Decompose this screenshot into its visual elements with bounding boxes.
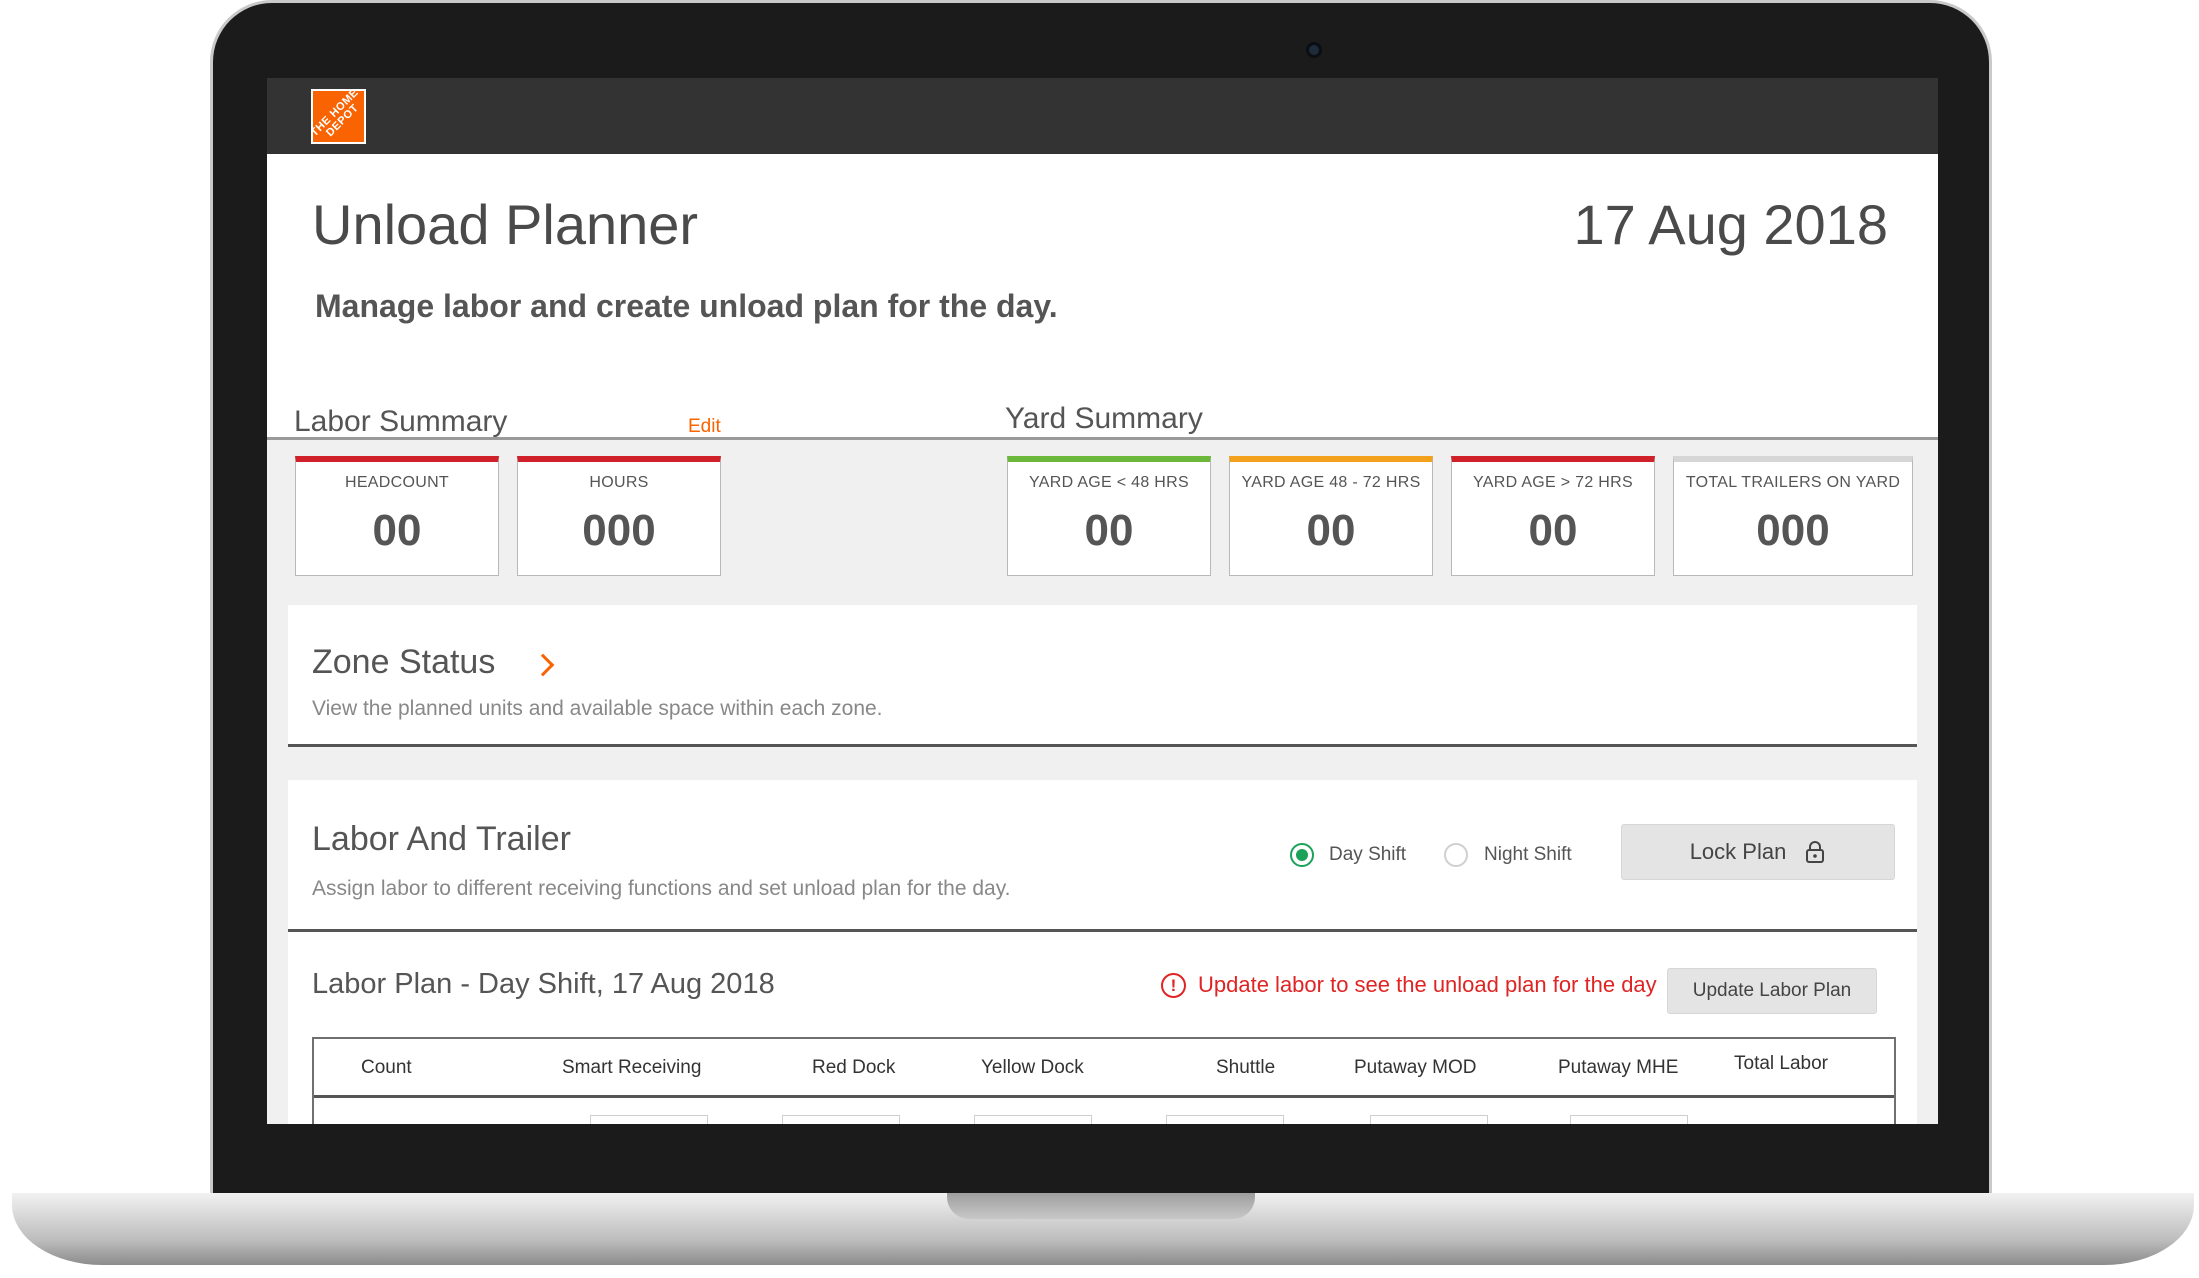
update-labor-plan-button[interactable]: Update Labor Plan [1667,968,1877,1014]
yard-age-under-48-value: 00 [1084,506,1134,555]
yard-age-over-72-card: YARD AGE > 72 HRS 00 [1451,456,1655,576]
column-header-yellow-dock: Yellow Dock [981,1057,1084,1078]
page-date: 17 Aug 2018 [1573,193,1888,256]
app-screen: THE HOME DEPOT Unload Planner 17 Aug 201… [267,78,1938,1124]
top-bar: THE HOME DEPOT [267,78,1938,154]
yard-age-over-72-label: YARD AGE > 72 HRS [1473,474,1633,491]
lock-icon [1806,841,1825,863]
shuttle-input[interactable] [1166,1115,1284,1124]
page-subtitle: Manage labor and create unload plan for … [315,288,1058,324]
lock-plan-button[interactable]: Lock Plan [1621,824,1895,880]
labor-summary-edit-link[interactable]: Edit [688,416,721,438]
labor-summary-title: Labor Summary [294,405,508,438]
page-header: Unload Planner 17 Aug 2018 Manage labor … [267,154,1938,440]
lock-plan-label: Lock Plan [1689,839,1787,864]
headcount-label: HEADCOUNT [344,474,450,491]
zone-status-title[interactable]: Zone Status [312,643,495,682]
logo-text: THE HOME DEPOT [311,89,361,139]
day-shift-radio[interactable] [1290,843,1314,867]
total-trailers-card: TOTAL TRAILERS ON YARD 000 [1673,456,1913,576]
yellow-dock-input[interactable] [974,1115,1092,1124]
column-header-shuttle: Shuttle [1216,1057,1276,1078]
laptop-notch [947,1193,1255,1219]
column-header-count: Count [361,1057,412,1078]
chevron-right-icon[interactable] [531,653,555,677]
page-title: Unload Planner [312,193,699,256]
column-header-putaway-mhe: Putaway MHE [1558,1057,1679,1078]
yard-age-48-72-value: 00 [1306,506,1356,555]
day-shift-label[interactable]: Day Shift [1329,844,1406,866]
labor-plan-title: Labor Plan - Day Shift, 17 Aug 2018 [312,968,775,1000]
hours-value: 000 [582,506,656,555]
column-header-total-labor: Total Labor [1734,1053,1829,1074]
smart-receiving-input[interactable] [590,1115,708,1124]
zone-status-panel: Zone Status View the planned units and a… [288,605,1917,747]
labor-trailer-description: Assign labor to different receiving func… [312,877,1011,900]
hours-label: HOURS [589,474,649,491]
night-shift-radio[interactable] [1444,843,1468,867]
column-header-putaway-mod: Putaway MOD [1354,1057,1477,1078]
labor-trailer-title: Labor And Trailer [312,820,571,858]
camera-icon [1306,42,1322,58]
update-labor-plan-label: Update Labor Plan [1692,980,1852,1001]
headcount-card: HEADCOUNT 00 [295,456,499,576]
putaway-mhe-input[interactable] [1570,1115,1688,1124]
labor-plan-warning: Update labor to see the unload plan for … [1198,972,1657,997]
yard-age-under-48-card: YARD AGE < 48 HRS 00 [1007,456,1211,576]
yard-age-48-72-label: YARD AGE 48 - 72 HRS [1241,474,1421,491]
yard-summary-title: Yard Summary [1005,402,1203,435]
table-header-divider [314,1095,1894,1098]
yard-age-48-72-card: YARD AGE 48 - 72 HRS 00 [1229,456,1433,576]
labor-trailer-panel: Labor And Trailer Assign labor to differ… [288,780,1917,932]
red-dock-input[interactable] [782,1115,900,1124]
yard-age-over-72-value: 00 [1528,506,1578,555]
hours-card: HOURS 000 [517,456,721,576]
headcount-value: 00 [372,506,422,555]
column-header-smart-receiving: Smart Receiving [562,1057,702,1078]
total-trailers-value: 000 [1756,506,1830,555]
alert-circle-icon: ! [1161,973,1186,998]
night-shift-label[interactable]: Night Shift [1484,844,1572,866]
home-depot-logo[interactable]: THE HOME DEPOT [311,89,366,144]
yard-age-under-48-label: YARD AGE < 48 HRS [1029,474,1189,491]
zone-status-description: View the planned units and available spa… [312,697,883,720]
total-trailers-label: TOTAL TRAILERS ON YARD [1685,474,1901,491]
putaway-mod-input[interactable] [1370,1115,1488,1124]
column-header-red-dock: Red Dock [812,1057,896,1078]
labor-plan-table: Count Smart Receiving Red Dock Yellow Do… [312,1037,1896,1124]
